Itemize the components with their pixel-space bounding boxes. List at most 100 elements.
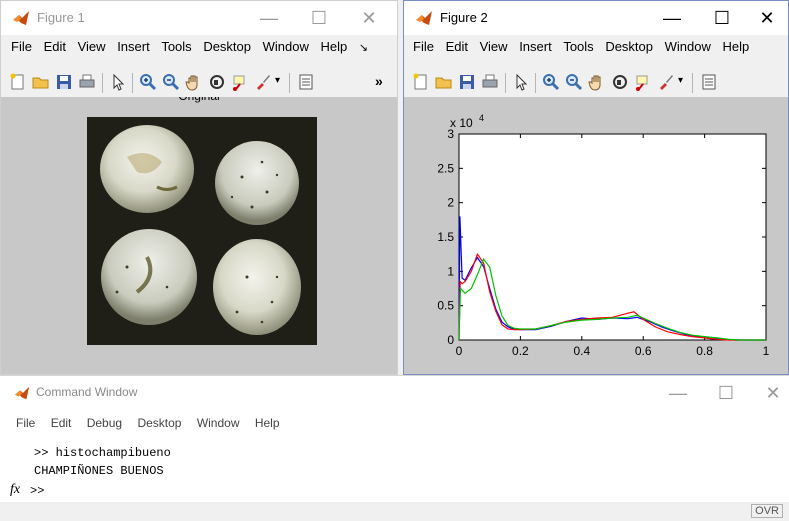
menu-desktop[interactable]: Desktop xyxy=(203,39,251,54)
menu-edit[interactable]: Edit xyxy=(51,416,72,430)
x-tick-label: 0.4 xyxy=(573,344,590,358)
print-icon[interactable] xyxy=(78,73,96,91)
mushroom-image xyxy=(87,117,317,345)
pan-hand-icon[interactable] xyxy=(185,73,203,91)
select-arrow-icon[interactable] xyxy=(109,73,127,91)
link-plot-icon[interactable] xyxy=(700,73,718,91)
data-cursor-icon[interactable] xyxy=(231,73,249,91)
toolbar-separator xyxy=(132,73,133,93)
plot-area xyxy=(458,133,767,341)
figure2-window: Figure 2 — ☐ ✕ File Edit View Insert Too… xyxy=(403,0,789,375)
menu-file[interactable]: File xyxy=(11,39,32,54)
minimize-button[interactable]: — xyxy=(649,5,695,31)
menu-desktop[interactable]: Desktop xyxy=(605,39,653,54)
status-bar: OVR xyxy=(0,502,789,521)
figure1-titlebar[interactable]: Figure 1 — ☐ ✕ xyxy=(1,1,397,35)
toolbar-overflow-icon[interactable]: » xyxy=(375,73,383,89)
menu-tools[interactable]: Tools xyxy=(563,39,593,54)
y-exponent-label: x 10 xyxy=(450,116,473,130)
command-window-menubar: File Edit Debug Desktop Window Help xyxy=(0,416,280,430)
menu-insert[interactable]: Insert xyxy=(117,39,150,54)
y-tick-label: 2 xyxy=(447,196,454,210)
menu-edit[interactable]: Edit xyxy=(446,39,468,54)
rotate-3d-icon[interactable] xyxy=(611,73,629,91)
brush-dropdown-icon[interactable]: ▾ xyxy=(678,75,683,86)
menu-window[interactable]: Window xyxy=(263,39,309,54)
pan-hand-icon[interactable] xyxy=(588,73,606,91)
save-icon[interactable] xyxy=(55,73,73,91)
x-tick-label: 0 xyxy=(456,344,463,358)
brush-icon[interactable] xyxy=(254,73,272,91)
toolbar-separator xyxy=(102,73,103,93)
open-file-icon[interactable] xyxy=(32,73,50,91)
toolbar-separator xyxy=(535,73,536,93)
y-tick-label: 1 xyxy=(447,264,454,278)
menu-tools[interactable]: Tools xyxy=(161,39,191,54)
print-icon[interactable] xyxy=(481,73,499,91)
link-plot-icon[interactable] xyxy=(297,73,315,91)
menu-view[interactable]: View xyxy=(78,39,106,54)
figure2-canvas: 0 0.5 1 1.5 2 2.5 3 0 0.2 0.4 0.6 0.8 1 x 10 4 xyxy=(404,97,788,374)
y-tick-label: 1.5 xyxy=(437,230,454,244)
x-tick-label: 0.6 xyxy=(635,344,652,358)
figure1-menubar: File Edit View Insert Tools Desktop Wind… xyxy=(1,39,397,59)
figure1-window: Figure 1 — ☐ ✕ File Edit View Insert Too… xyxy=(0,0,398,375)
new-figure-icon[interactable] xyxy=(9,73,27,91)
matlab-logo-icon xyxy=(416,11,432,25)
brush-icon[interactable] xyxy=(657,73,675,91)
y-tick-label: 2.5 xyxy=(437,161,454,175)
command-output[interactable]: >> histochampibueno CHAMPIÑONES BUENOS f… xyxy=(0,440,789,502)
figure1-canvas: Original xyxy=(1,97,397,374)
figure2-title: Figure 2 xyxy=(440,10,488,25)
command-prompt[interactable]: >> xyxy=(30,484,44,498)
save-icon[interactable] xyxy=(458,73,476,91)
select-arrow-icon[interactable] xyxy=(512,73,530,91)
rotate-3d-icon[interactable] xyxy=(208,73,226,91)
menu-file[interactable]: File xyxy=(16,416,35,430)
matlab-logo-icon xyxy=(14,386,30,400)
command-window-titlebar[interactable]: Command Window — ☐ ✕ xyxy=(0,376,789,408)
output-line: CHAMPIÑONES BUENOS xyxy=(34,464,164,478)
new-figure-icon[interactable] xyxy=(412,73,430,91)
brush-dropdown-icon[interactable]: ▾ xyxy=(275,75,280,86)
overwrite-status: OVR xyxy=(751,504,783,518)
toolbar-separator xyxy=(289,73,290,93)
figure1-toolbar: ▾ » xyxy=(1,67,397,97)
menu-edit[interactable]: Edit xyxy=(44,39,66,54)
menu-window[interactable]: Window xyxy=(197,416,240,430)
menu-desktop[interactable]: Desktop xyxy=(137,416,181,430)
maximize-button[interactable]: ☐ xyxy=(699,5,745,31)
data-cursor-icon[interactable] xyxy=(634,73,652,91)
minimize-button[interactable]: — xyxy=(655,380,701,406)
x-tick-label: 1 xyxy=(763,344,770,358)
menu-help[interactable]: Help xyxy=(723,39,750,54)
x-tick-label: 0.8 xyxy=(696,344,713,358)
figure1-title: Figure 1 xyxy=(37,10,85,25)
matlab-logo-icon xyxy=(13,11,29,25)
menu-help[interactable]: Help xyxy=(255,416,280,430)
histogram-chart: 00.511.522.530 0.2 0.4 0.6 0.8 1x 10 4 xyxy=(437,113,770,358)
menu-file[interactable]: File xyxy=(413,39,434,54)
figure2-toolbar: ▾ xyxy=(404,67,788,97)
fx-icon[interactable]: fx xyxy=(10,482,20,498)
maximize-button[interactable]: ☐ xyxy=(296,5,342,31)
figure2-titlebar[interactable]: Figure 2 — ☐ ✕ xyxy=(404,1,788,35)
menu-window[interactable]: Window xyxy=(665,39,711,54)
close-button[interactable]: ✕ xyxy=(744,5,789,31)
close-button[interactable]: ✕ xyxy=(346,5,392,31)
dock-arrow-icon[interactable]: ↘ xyxy=(359,41,368,54)
menu-insert[interactable]: Insert xyxy=(519,39,552,54)
menu-debug[interactable]: Debug xyxy=(87,416,122,430)
minimize-button[interactable]: — xyxy=(246,5,292,31)
zoom-out-icon[interactable] xyxy=(162,73,180,91)
close-button[interactable]: ✕ xyxy=(750,380,789,406)
maximize-button[interactable]: ☐ xyxy=(703,380,749,406)
open-file-icon[interactable] xyxy=(435,73,453,91)
zoom-in-icon[interactable] xyxy=(139,73,157,91)
menu-view[interactable]: View xyxy=(480,39,508,54)
zoom-in-icon[interactable] xyxy=(542,73,560,91)
zoom-out-icon[interactable] xyxy=(565,73,583,91)
y-tick-label: 0 xyxy=(447,333,454,347)
menu-help[interactable]: Help xyxy=(321,39,348,54)
toolbar-separator xyxy=(505,73,506,93)
